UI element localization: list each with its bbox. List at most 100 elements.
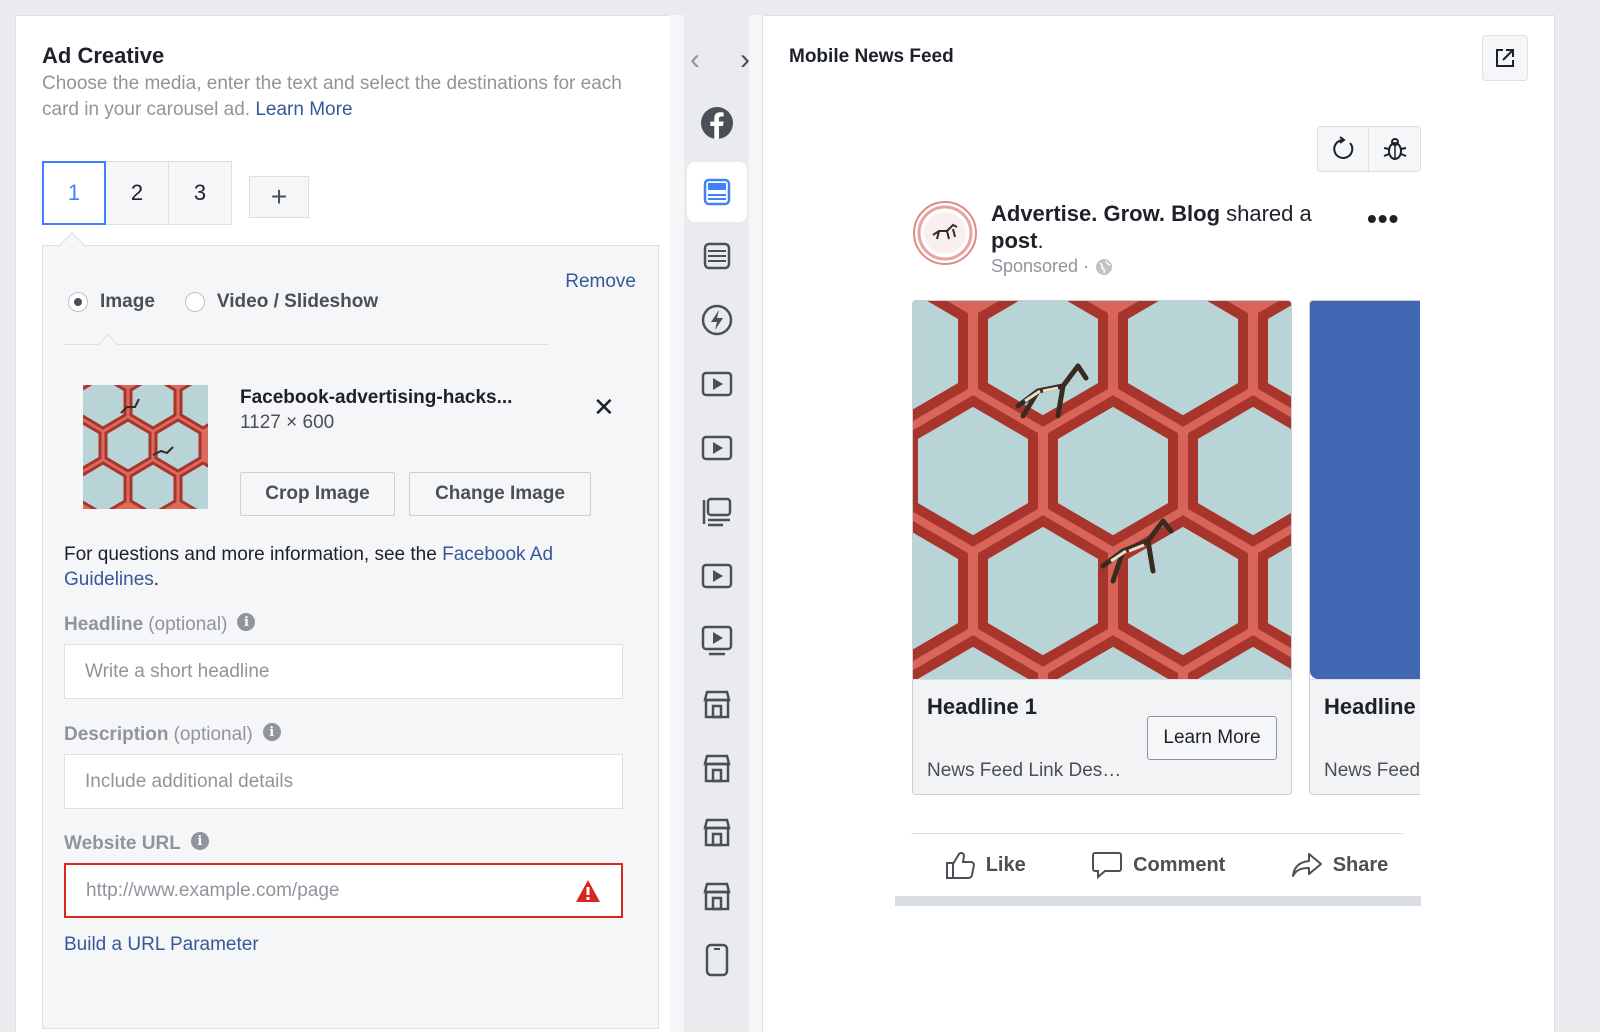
headline-label: Headline (optional) i xyxy=(64,613,256,636)
remove-image-icon[interactable]: ✕ xyxy=(593,394,615,420)
chevron-left-icon[interactable]: ‹ xyxy=(690,43,700,77)
card-tab-2[interactable]: 2 xyxy=(105,161,169,225)
description-info-icon[interactable]: i xyxy=(262,723,281,741)
file-name: Facebook-advertising-hacks... xyxy=(240,387,513,408)
preview-panel: Mobile News Feed Advertise. Grow. Blog s… xyxy=(763,15,1555,1032)
globe-icon xyxy=(1096,258,1113,275)
placement-rail: ‹ › xyxy=(670,15,763,1032)
carousel-image xyxy=(913,301,1291,787)
marketplace-icon[interactable] xyxy=(687,674,747,734)
comment-label: Comment xyxy=(1133,853,1226,876)
sponsored-text: Sponsored · xyxy=(991,256,1090,276)
suggested-video-icon[interactable] xyxy=(687,610,747,670)
description-label-text: Description xyxy=(64,724,169,745)
marketplace-alt-icon[interactable] xyxy=(687,738,747,798)
list-icon[interactable] xyxy=(687,482,747,542)
learn-more-link[interactable]: Learn More xyxy=(255,99,352,120)
card-editor: Remove Image Video / Slideshow Facebook-… xyxy=(42,232,659,1029)
card-headline-2: Headline xyxy=(1324,694,1416,719)
sponsored-label: Sponsored · xyxy=(991,256,1113,277)
card-description-2: News Feed xyxy=(1324,760,1420,781)
url-info-icon[interactable]: i xyxy=(190,832,209,850)
carousel-card-1[interactable]: Headline 1 News Feed Link Des… Learn Mor… xyxy=(912,300,1292,795)
store-alt-icon[interactable] xyxy=(687,866,747,926)
card-notch xyxy=(59,232,85,258)
guidelines-text: For questions and more information, see … xyxy=(64,542,644,592)
description-label: Description (optional) i xyxy=(64,723,281,746)
post-actions: Like Comment Share xyxy=(911,834,1421,896)
panel-title: Ad Creative xyxy=(42,43,165,68)
image-radio[interactable] xyxy=(68,292,88,312)
facebook-icon[interactable] xyxy=(687,93,747,153)
mobile-icon[interactable] xyxy=(687,930,747,990)
carousel-card-footer: Headline 1 News Feed Link Des… Learn Mor… xyxy=(913,679,1291,794)
ad-creative-panel: Ad Creative Choose the media, enter the … xyxy=(15,15,684,1032)
video-radio-label: Video / Slideshow xyxy=(216,291,379,312)
feed-placement-icon[interactable] xyxy=(687,162,747,222)
chevron-right-icon[interactable]: › xyxy=(740,43,750,77)
media-option-video[interactable]: Video / Slideshow xyxy=(184,291,379,313)
carousel-card-2[interactable]: Headline News Feed xyxy=(1309,300,1420,795)
add-card-button[interactable]: + xyxy=(249,176,309,218)
change-image-button[interactable]: Change Image xyxy=(409,472,591,516)
website-url-label: Website URL i xyxy=(64,832,209,855)
post-header: Advertise. Grow. Blog shared a post. xyxy=(991,200,1351,254)
description-input[interactable]: Include additional details xyxy=(64,754,623,809)
preview-title: Mobile News Feed xyxy=(789,46,954,67)
card-headline: Headline 1 xyxy=(927,694,1038,719)
media-type-selector: Image Video / Slideshow xyxy=(68,291,408,313)
description-optional: (optional) xyxy=(173,724,253,745)
url-placeholder: http://www.example.com/page xyxy=(86,879,340,901)
panel-subtitle: Choose the media, enter the text and sel… xyxy=(42,71,642,123)
refresh-icon[interactable] xyxy=(1318,127,1370,171)
card-description: News Feed Link Des… xyxy=(927,760,1122,781)
external-link-icon xyxy=(1496,49,1514,67)
page-avatar[interactable] xyxy=(913,201,977,265)
headline-info-icon[interactable]: i xyxy=(237,613,256,631)
feed-separator xyxy=(895,896,1421,906)
card-tab-3[interactable]: 3 xyxy=(168,161,232,225)
video-radio[interactable] xyxy=(184,292,205,312)
website-url-input[interactable]: http://www.example.com/page xyxy=(64,863,623,918)
share-label: Share xyxy=(1332,853,1389,876)
url-label-text: Website URL xyxy=(64,833,181,854)
file-dimensions: 1127 × 600 xyxy=(240,412,335,433)
in-stream-video-icon[interactable] xyxy=(687,546,747,606)
guidelines-suffix: . xyxy=(153,569,160,590)
page-name-link[interactable]: Advertise. Grow. Blog xyxy=(991,201,1220,226)
comment-icon xyxy=(1092,852,1123,880)
share-button[interactable]: Share xyxy=(1291,850,1389,880)
video-alt-icon[interactable] xyxy=(687,418,747,478)
card-tab-1[interactable]: 1 xyxy=(42,161,106,225)
build-url-parameter-link[interactable]: Build a URL Parameter xyxy=(64,934,259,956)
guidelines-prefix: For questions and more information, see … xyxy=(64,544,443,565)
carousel-card-footer-2: Headline News Feed xyxy=(1310,679,1420,794)
crop-image-button[interactable]: Crop Image xyxy=(240,472,395,516)
preview-tools xyxy=(1317,126,1421,172)
share-icon xyxy=(1291,853,1322,877)
feed-alt-icon[interactable] xyxy=(687,226,747,286)
media-notch xyxy=(98,334,118,354)
open-preview-button[interactable] xyxy=(1482,35,1528,81)
carousel-image-2 xyxy=(1310,301,1420,679)
headline-input[interactable]: Write a short headline xyxy=(64,644,623,699)
post-link[interactable]: post xyxy=(991,228,1037,253)
carousel: Headline 1 News Feed Link Des… Learn Mor… xyxy=(912,300,1420,812)
more-options-icon[interactable]: ••• xyxy=(1367,203,1399,235)
card-tabs: 1 2 3 xyxy=(42,161,232,225)
shared-text: shared a xyxy=(1220,201,1312,226)
store-icon[interactable] xyxy=(687,802,747,862)
bug-icon[interactable] xyxy=(1369,127,1420,171)
comment-button[interactable]: Comment xyxy=(1091,850,1225,880)
headline-optional: (optional) xyxy=(148,614,228,635)
like-label: Like xyxy=(985,853,1026,876)
learn-more-button[interactable]: Learn More xyxy=(1147,716,1277,760)
placement-nav: ‹ › xyxy=(690,43,750,77)
video-icon[interactable] xyxy=(687,354,747,414)
remove-card-link[interactable]: Remove xyxy=(565,271,636,293)
media-option-image[interactable]: Image xyxy=(68,291,155,313)
instant-article-icon[interactable] xyxy=(687,290,747,350)
like-button[interactable]: Like xyxy=(944,850,1026,880)
media-divider xyxy=(64,344,549,345)
image-radio-label: Image xyxy=(100,291,155,312)
